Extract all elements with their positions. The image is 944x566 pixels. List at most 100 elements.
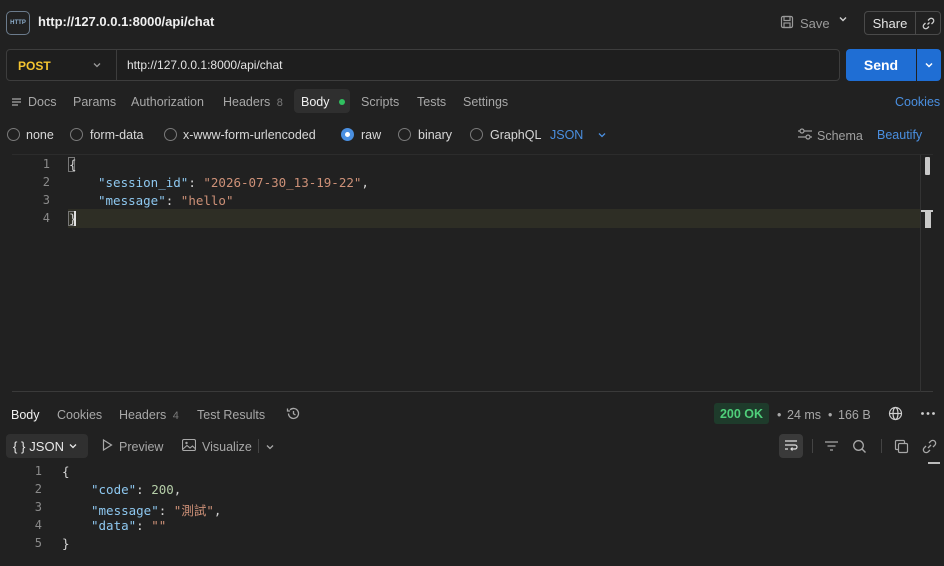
visualize-label: Visualize <box>202 439 252 454</box>
method-select[interactable]: POST <box>18 59 51 73</box>
filter-icon[interactable] <box>822 437 840 455</box>
editor-cursor-marker-line <box>921 210 933 212</box>
visualize-chevron-down-icon[interactable] <box>265 440 275 455</box>
line-number: 1 <box>42 157 50 171</box>
response-code-line: "data": "" <box>91 518 166 533</box>
json-key: "code" <box>91 482 137 497</box>
response-line-number: 1 <box>34 464 42 478</box>
search-icon[interactable] <box>850 437 868 455</box>
code-line: "message": "hello" <box>98 193 233 208</box>
tab-headers[interactable]: Headers 8 <box>223 95 283 109</box>
response-size[interactable]: 166 B <box>838 408 871 422</box>
json-comma: , <box>361 175 369 190</box>
json-value: "" <box>151 518 167 533</box>
json-colon: : <box>165 193 181 208</box>
tab-params[interactable]: Params <box>73 95 116 109</box>
response-tab-headers[interactable]: Headers 4 <box>119 408 179 422</box>
tab-settings[interactable]: Settings <box>463 95 508 109</box>
tab-docs[interactable]: Docs <box>28 95 56 109</box>
radio-form-data[interactable] <box>70 128 83 141</box>
link-icon[interactable] <box>920 437 938 455</box>
tab-body[interactable]: Body <box>301 95 330 109</box>
json-value: "測試" <box>173 503 214 518</box>
more-options-icon[interactable] <box>920 406 936 424</box>
json-value: "2026-07-30_13-19-22" <box>203 175 362 190</box>
play-icon <box>102 438 113 454</box>
response-code-line: "code": 200, <box>91 482 181 497</box>
schema-label: Schema <box>817 128 863 143</box>
tab-tests[interactable]: Tests <box>417 95 446 109</box>
json-colon: : <box>136 482 152 497</box>
editor-cursor-marker <box>925 210 931 228</box>
tab-authorization[interactable]: Authorization <box>131 95 204 109</box>
response-line-number: 4 <box>34 518 42 532</box>
radio-binary-label[interactable]: binary <box>418 128 452 142</box>
response-code-line: "message": "測試", <box>91 500 221 519</box>
radio-graphql-label[interactable]: GraphQL <box>490 128 541 142</box>
url-input[interactable]: http://127.0.0.1:8000/api/chat <box>127 58 282 72</box>
cookies-link[interactable]: Cookies <box>895 95 940 109</box>
globe-icon[interactable] <box>888 406 903 424</box>
method-chevron-down-icon[interactable] <box>92 60 102 73</box>
copy-link-icon[interactable] <box>916 12 940 34</box>
line-number: 2 <box>42 175 50 189</box>
line-number: 3 <box>42 193 50 207</box>
response-line-number: 2 <box>34 482 42 496</box>
save-options-chevron-icon[interactable] <box>838 14 848 27</box>
json-comma: , <box>213 503 222 518</box>
copy-icon[interactable] <box>892 437 910 455</box>
beautify-button[interactable]: Beautify <box>877 128 922 142</box>
radio-urlencoded-label[interactable]: x-www-form-urlencoded <box>183 128 316 142</box>
send-button[interactable]: Send <box>846 49 916 81</box>
radio-none-label[interactable]: none <box>26 128 54 142</box>
response-line-number: 5 <box>34 536 42 550</box>
json-colon: : <box>158 503 174 518</box>
send-options-chevron-icon[interactable] <box>917 49 941 81</box>
share-button-group: Share <box>864 11 941 35</box>
response-close-brace: } <box>62 536 70 551</box>
status-badge[interactable]: 200 OK <box>714 403 769 424</box>
response-tab-body[interactable]: Body <box>11 408 40 422</box>
json-key: "data" <box>91 518 137 533</box>
tab-headers-label: Headers <box>223 95 271 109</box>
schema-button[interactable]: Schema <box>798 128 863 143</box>
json-value: 200 <box>151 482 174 497</box>
preview-button[interactable]: Preview <box>102 438 163 454</box>
response-headers-count-badge: 4 <box>172 410 179 422</box>
radio-raw[interactable] <box>341 128 354 141</box>
json-key: "message" <box>91 503 159 518</box>
sliders-icon <box>798 128 812 143</box>
radio-graphql[interactable] <box>470 128 483 141</box>
code-line: "session_id": "2026-07-30_13-19-22", <box>98 175 369 190</box>
json-format-icon: { } <box>13 438 26 454</box>
toolbar-divider <box>812 439 813 453</box>
body-modified-dot <box>339 99 345 105</box>
response-format-label: JSON <box>29 438 64 454</box>
radio-form-data-label[interactable]: form-data <box>90 128 144 142</box>
save-label: Save <box>800 15 830 31</box>
response-tab-cookies[interactable]: Cookies <box>57 408 102 422</box>
radio-urlencoded[interactable] <box>164 128 177 141</box>
line-number: 4 <box>42 211 50 225</box>
response-time[interactable]: 24 ms <box>787 408 821 422</box>
json-colon: : <box>136 518 152 533</box>
dot-separator: • <box>828 408 833 422</box>
request-title[interactable]: http://127.0.0.1:8000/api/chat <box>38 14 214 29</box>
radio-raw-label[interactable]: raw <box>361 128 381 142</box>
active-line-highlight <box>68 209 920 228</box>
wrap-lines-button[interactable] <box>779 434 803 458</box>
radio-none[interactable] <box>7 128 20 141</box>
raw-format-chevron-down-icon[interactable] <box>597 130 607 143</box>
radio-binary[interactable] <box>398 128 411 141</box>
history-icon[interactable] <box>286 406 301 424</box>
share-button[interactable]: Share <box>865 12 916 34</box>
response-format-select[interactable]: { } JSON <box>6 434 88 458</box>
save-button[interactable]: Save <box>780 12 830 34</box>
tab-scripts[interactable]: Scripts <box>361 95 399 109</box>
raw-format-select[interactable]: JSON <box>550 128 583 142</box>
json-value: "hello" <box>180 193 234 208</box>
response-scrollbar[interactable] <box>928 462 940 464</box>
visualize-button[interactable]: Visualize <box>181 438 252 454</box>
editor-scrollbar[interactable] <box>925 157 930 175</box>
response-tab-test-results[interactable]: Test Results <box>197 408 265 422</box>
